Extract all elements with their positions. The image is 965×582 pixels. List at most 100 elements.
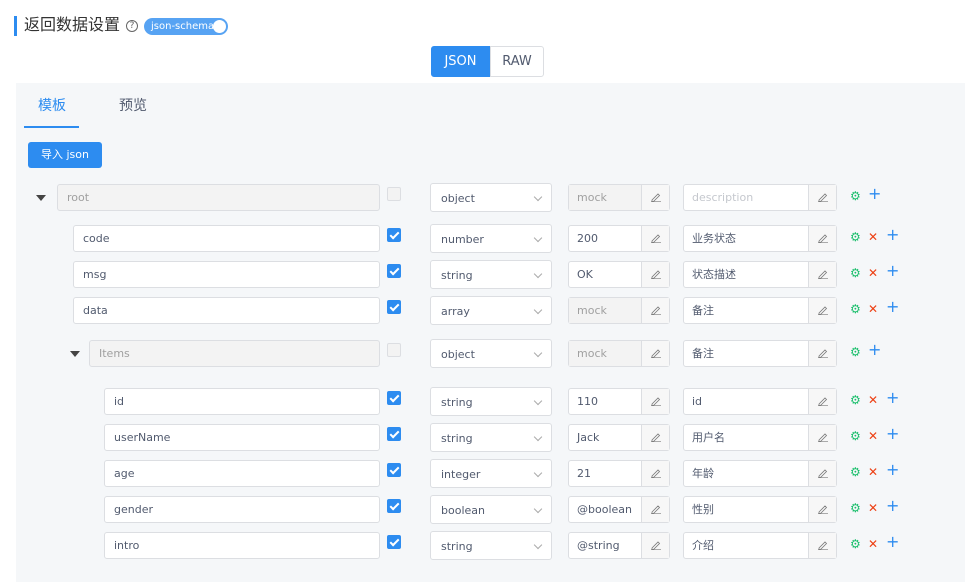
mock-input[interactable]: mock <box>568 297 670 324</box>
mock-input[interactable]: @string <box>568 532 670 559</box>
close-icon[interactable]: ✕ <box>868 390 878 410</box>
description-edit-button[interactable] <box>808 226 836 251</box>
description-edit-button[interactable] <box>808 389 836 414</box>
description-edit-button[interactable] <box>808 497 836 522</box>
plus-icon[interactable]: + <box>886 225 899 245</box>
required-checkbox[interactable] <box>387 535 401 549</box>
import-json-button[interactable]: 导入 json <box>28 142 102 168</box>
close-icon[interactable]: ✕ <box>868 299 878 319</box>
plus-icon[interactable]: + <box>886 388 899 408</box>
help-circle-icon[interactable]: ? <box>126 20 138 32</box>
type-select[interactable]: string <box>430 387 552 416</box>
required-checkbox[interactable] <box>387 499 401 513</box>
description-input[interactable]: 介绍 <box>683 532 837 559</box>
mock-input[interactable]: mock <box>568 184 670 211</box>
description-input[interactable]: 用户名 <box>683 424 837 451</box>
mock-input[interactable]: 200 <box>568 225 670 252</box>
required-checkbox[interactable] <box>387 264 401 278</box>
gear-icon[interactable]: ⚙ <box>850 299 861 319</box>
field-name-input[interactable]: code <box>73 225 380 252</box>
gear-icon[interactable]: ⚙ <box>850 227 861 247</box>
field-name-input[interactable]: id <box>104 388 380 415</box>
description-input[interactable]: 状态描述 <box>683 261 837 288</box>
type-select[interactable]: string <box>430 531 552 560</box>
mock-input[interactable]: Jack <box>568 424 670 451</box>
close-icon[interactable]: ✕ <box>868 498 878 518</box>
type-select[interactable]: array <box>430 296 552 325</box>
plus-icon[interactable]: + <box>886 532 899 552</box>
description-input[interactable]: 备注 <box>683 340 837 367</box>
description-input[interactable]: description <box>683 184 837 211</box>
type-select[interactable]: object <box>430 183 552 212</box>
gear-icon[interactable]: ⚙ <box>850 498 861 518</box>
field-name-input[interactable]: msg <box>73 261 380 288</box>
required-checkbox[interactable] <box>387 300 401 314</box>
tab-preview[interactable]: 预览 <box>119 97 147 115</box>
description-edit-button[interactable] <box>808 298 836 323</box>
gear-icon[interactable]: ⚙ <box>850 534 861 554</box>
type-select[interactable]: string <box>430 423 552 452</box>
field-name-input[interactable]: gender <box>104 496 380 523</box>
description-edit-button[interactable] <box>808 425 836 450</box>
mock-edit-button[interactable] <box>641 226 669 251</box>
description-input[interactable]: 性别 <box>683 496 837 523</box>
description-edit-button[interactable] <box>808 461 836 486</box>
mock-edit-button[interactable] <box>641 389 669 414</box>
plus-icon[interactable]: + <box>886 496 899 516</box>
required-checkbox[interactable] <box>387 228 401 242</box>
gear-icon[interactable]: ⚙ <box>850 390 861 410</box>
caret-down-icon[interactable] <box>36 195 46 201</box>
close-icon[interactable]: ✕ <box>868 534 878 554</box>
mock-input[interactable]: 21 <box>568 460 670 487</box>
mode-json-button[interactable]: JSON <box>431 46 490 77</box>
type-select[interactable]: number <box>430 224 552 253</box>
field-name-input[interactable]: intro <box>104 532 380 559</box>
mock-input[interactable]: mock <box>568 340 670 367</box>
description-input[interactable]: 备注 <box>683 297 837 324</box>
plus-icon[interactable]: + <box>886 297 899 317</box>
description-input[interactable]: 年龄 <box>683 460 837 487</box>
field-name-input[interactable]: age <box>104 460 380 487</box>
mock-input[interactable]: OK <box>568 261 670 288</box>
plus-icon[interactable]: + <box>868 340 881 360</box>
mock-edit-button[interactable] <box>641 341 669 366</box>
required-checkbox[interactable] <box>387 187 401 201</box>
plus-icon[interactable]: + <box>886 424 899 444</box>
required-checkbox[interactable] <box>387 427 401 441</box>
description-input[interactable]: id <box>683 388 837 415</box>
close-icon[interactable]: ✕ <box>868 462 878 482</box>
close-icon[interactable]: ✕ <box>868 227 878 247</box>
description-edit-button[interactable] <box>808 341 836 366</box>
required-checkbox[interactable] <box>387 391 401 405</box>
mode-raw-button[interactable]: RAW <box>490 46 544 77</box>
mock-edit-button[interactable] <box>641 298 669 323</box>
field-name-input[interactable]: Items <box>89 340 380 367</box>
description-edit-button[interactable] <box>808 262 836 287</box>
description-input[interactable]: 业务状态 <box>683 225 837 252</box>
type-select[interactable]: string <box>430 260 552 289</box>
mock-input[interactable]: 110 <box>568 388 670 415</box>
required-checkbox[interactable] <box>387 343 401 357</box>
gear-icon[interactable]: ⚙ <box>850 263 861 283</box>
type-select[interactable]: object <box>430 339 552 368</box>
mock-edit-button[interactable] <box>641 185 669 210</box>
gear-icon[interactable]: ⚙ <box>850 462 861 482</box>
field-name-input[interactable]: userName <box>104 424 380 451</box>
mock-edit-button[interactable] <box>641 497 669 522</box>
plus-icon[interactable]: + <box>868 184 881 204</box>
required-checkbox[interactable] <box>387 463 401 477</box>
mock-edit-button[interactable] <box>641 461 669 486</box>
gear-icon[interactable]: ⚙ <box>850 342 861 362</box>
close-icon[interactable]: ✕ <box>868 426 878 446</box>
field-name-input[interactable]: data <box>73 297 380 324</box>
json-schema-switch[interactable]: json-schema <box>144 18 228 35</box>
mock-edit-button[interactable] <box>641 533 669 558</box>
plus-icon[interactable]: + <box>886 460 899 480</box>
gear-icon[interactable]: ⚙ <box>850 426 861 446</box>
mock-edit-button[interactable] <box>641 425 669 450</box>
gear-icon[interactable]: ⚙ <box>850 186 861 206</box>
type-select[interactable]: integer <box>430 459 552 488</box>
description-edit-button[interactable] <box>808 533 836 558</box>
caret-down-icon[interactable] <box>70 351 80 357</box>
field-name-input[interactable]: root <box>57 184 380 211</box>
